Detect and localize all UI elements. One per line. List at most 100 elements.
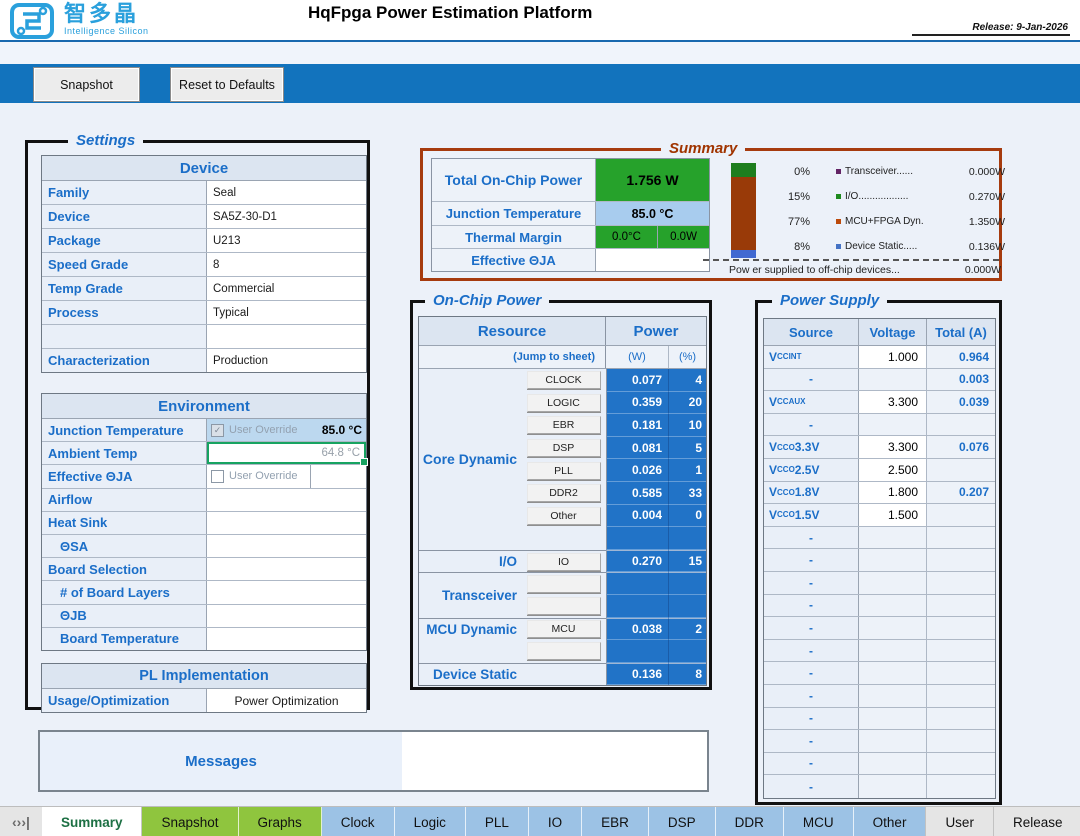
onchip-power-percent (668, 595, 706, 618)
onchip-button-cell: MCU (521, 618, 606, 641)
reset-to-defaults-button[interactable]: Reset to Defaults (170, 67, 284, 102)
tab-graphs[interactable]: Graphs (239, 807, 322, 836)
legend-row: 8%Device Static.....0.136W (768, 234, 1005, 259)
onchip-sheet-button[interactable]: EBR (527, 416, 601, 434)
environment-row-value[interactable] (207, 605, 366, 627)
onchip-sheet-button[interactable]: Other (527, 507, 601, 525)
device-row (42, 325, 366, 349)
legend-marker-icon (836, 194, 841, 199)
onchip-sheet-button[interactable]: PLL (527, 462, 601, 480)
onchip-button-cell (521, 595, 606, 618)
device-row-value[interactable]: Commercial (207, 277, 366, 300)
onchip-sheet-button[interactable]: IO (527, 553, 601, 571)
tab-mcu[interactable]: MCU (784, 807, 854, 836)
power-source-prefix: - (809, 372, 813, 386)
power-supply-row: VCCO 1.8V1.8000.207 (764, 482, 995, 505)
environment-table: Environment Junction Temperature ✓ User … (41, 393, 367, 651)
legend-pct: 0% (768, 166, 810, 178)
power-supply-row: - (764, 595, 995, 618)
power-total-value (927, 527, 995, 549)
ambient-temp-cell-selected[interactable]: 64.8 °C (207, 442, 366, 464)
usage-optimization-value[interactable]: Power Optimization (207, 689, 366, 712)
environment-row-value[interactable] (207, 581, 366, 603)
device-row-value[interactable]: Typical (207, 301, 366, 324)
device-row-label: Device (42, 205, 207, 228)
power-source-prefix: - (809, 418, 813, 432)
tab-other[interactable]: Other (854, 807, 927, 836)
user-override-label: User Override (229, 424, 297, 436)
total-onchip-power-row: Total On-Chip Power 1.756 W (432, 159, 709, 202)
onchip-group-label: Core Dynamic (419, 369, 521, 550)
logo-chip-icon (10, 2, 56, 40)
environment-row-value[interactable] (207, 558, 366, 580)
tab-summary[interactable]: Summary (42, 807, 143, 836)
power-supply-header-row: Source Voltage Total (A) (764, 319, 995, 346)
environment-row-value[interactable] (207, 535, 366, 557)
onchip-sheet-button[interactable] (527, 575, 601, 593)
junction-temperature-value-cell: ✓ User Override 85.0 °C (207, 419, 366, 441)
tab-release[interactable]: Release (993, 807, 1080, 836)
tab-logic[interactable]: Logic (395, 807, 466, 836)
onchip-sheet-button[interactable]: LOGIC (527, 394, 601, 412)
power-source-suffix: 1.8V (795, 485, 820, 499)
onchip-power-percent (668, 640, 706, 663)
device-row-value[interactable]: SA5Z-30-D1 (207, 205, 366, 228)
device-row-value[interactable]: U213 (207, 229, 366, 252)
power-source-label: - (764, 662, 859, 684)
settings-groupbox: Settings Device FamilySealDeviceSA5Z-30-… (25, 140, 370, 710)
selection-fill-handle[interactable] (360, 458, 368, 466)
legend-label: Transceiver...... (845, 166, 913, 177)
environment-row-label: Board Temperature (42, 628, 207, 650)
tab-io[interactable]: IO (529, 807, 582, 836)
environment-row-value[interactable] (207, 489, 366, 511)
onchip-power-watts: 0.077 (606, 369, 668, 392)
onchip-power-watts: 0.038 (606, 618, 668, 641)
power-total-value (927, 617, 995, 639)
tab-ddr[interactable]: DDR (716, 807, 784, 836)
power-total-value (927, 549, 995, 571)
user-override-checkbox[interactable] (211, 470, 224, 483)
snapshot-button[interactable]: Snapshot (33, 67, 140, 102)
device-row-value[interactable] (207, 325, 366, 348)
onchip-power-watts: 0.136 (606, 663, 668, 686)
tabs-scroll-last-icon[interactable]: ›| (21, 814, 30, 830)
ambient-temp-label: Ambient Temp (42, 442, 207, 464)
sheet-tab-bar: ‹ › ›| SummarySnapshotGraphsClockLogicPL… (0, 806, 1080, 836)
user-override-checkbox[interactable]: ✓ (211, 424, 224, 437)
power-total-value (927, 640, 995, 662)
power-supply-row: - (764, 617, 995, 640)
summary-table: Total On-Chip Power 1.756 W Junction Tem… (431, 158, 710, 272)
onchip-sheet-button[interactable]: MCU (527, 620, 601, 638)
environment-row-value[interactable] (207, 512, 366, 534)
environment-row-value[interactable] (207, 628, 366, 650)
device-row-value[interactable]: Seal (207, 181, 366, 204)
tab-ebr[interactable]: EBR (582, 807, 649, 836)
release-date: Release: 9-Jan-2026 (912, 22, 1070, 36)
onchip-sheet-button[interactable]: DSP (527, 439, 601, 457)
device-row-value[interactable]: Production (207, 349, 366, 372)
onchip-sheet-button[interactable] (527, 642, 601, 660)
onchip-sheet-button[interactable] (527, 597, 601, 615)
onchip-power-watts (606, 527, 668, 550)
power-breakdown-stacked-bar (731, 163, 756, 258)
effective-oja-value-cell: User Override (207, 465, 366, 487)
power-voltage-value (859, 414, 927, 436)
tab-user[interactable]: User (925, 807, 994, 836)
power-breakdown-legend: 0%Transceiver......0.000W15%I/O.........… (768, 159, 1005, 259)
legend-label: Device Static..... (845, 241, 917, 252)
junction-temperature-row: Junction Temperature ✓ User Override 85.… (42, 419, 366, 442)
onchip-power-percent: 5 (668, 437, 706, 460)
effective-oja-value[interactable] (310, 465, 366, 487)
device-row-value[interactable]: 8 (207, 253, 366, 276)
tab-snapshot[interactable]: Snapshot (142, 807, 238, 836)
tab-pll[interactable]: PLL (466, 807, 529, 836)
onchip-sheet-button[interactable]: DDR2 (527, 484, 601, 502)
power-source-prefix: V (769, 440, 777, 454)
onchip-sheet-button[interactable]: CLOCK (527, 371, 601, 389)
tab-clock[interactable]: Clock (322, 807, 395, 836)
power-total-value (927, 459, 995, 481)
total-onchip-power-label: Total On-Chip Power (432, 159, 596, 201)
power-supply-row: - (764, 775, 995, 798)
power-supply-row: -0.003 (764, 369, 995, 392)
tab-dsp[interactable]: DSP (649, 807, 716, 836)
